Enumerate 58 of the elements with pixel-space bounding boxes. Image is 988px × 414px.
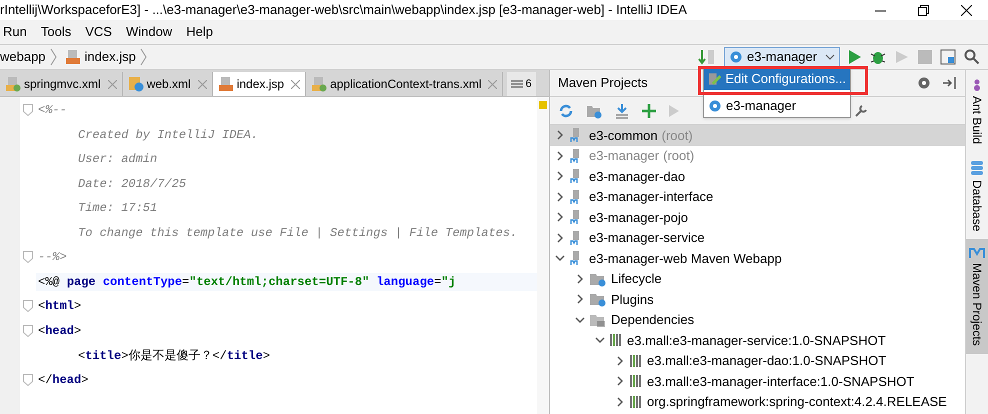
menu-item[interactable]: VCS xyxy=(85,22,112,42)
menu-item[interactable]: Help xyxy=(186,22,213,42)
panel-title: Maven Projects xyxy=(558,74,648,92)
editor-tab[interactable]: index.jsp xyxy=(212,72,306,96)
breadcrumb[interactable]: index.jsp xyxy=(64,47,151,67)
tree-item-label: Plugins xyxy=(611,290,654,309)
tab-overflow-button[interactable]: 6 xyxy=(507,72,536,96)
tree-item-label: Lifecycle xyxy=(611,270,662,288)
tree-item-label: Dependencies xyxy=(611,311,694,329)
tree-item[interactable]: e3-manager-pojo xyxy=(550,207,965,228)
side-tab[interactable]: Maven Projects xyxy=(966,239,988,354)
menu-item[interactable]: Tools xyxy=(40,22,72,42)
tree-item[interactable]: e3-manager-dao xyxy=(550,166,965,186)
code-line: --%> xyxy=(37,249,67,266)
tree-item-label: org.springframework:spring-context:4.2.4.RELEASE xyxy=(647,393,947,411)
tree-item[interactable]: e3-common (root) xyxy=(550,125,965,146)
side-tab[interactable]: Ant Build xyxy=(966,70,988,152)
code-line: User: admin xyxy=(77,151,158,168)
tree-item-label: e3-manager-interface xyxy=(589,188,714,206)
tree-item[interactable]: Lifecycle xyxy=(550,268,965,289)
tree-item[interactable]: Plugins xyxy=(550,289,965,310)
code-line: Date: 2018/7/25 xyxy=(77,176,186,193)
tree-item-label: e3.mall:e3-manager-service:1.0-SNAPSHOT xyxy=(627,332,886,350)
code-line: <head> xyxy=(37,322,82,340)
tree-item[interactable]: e3-manager (root) xyxy=(550,146,965,166)
tree-item[interactable]: e3-manager-web Maven Webapp xyxy=(550,248,965,268)
code-line: Created by IntelliJ IDEA. xyxy=(77,126,258,144)
code-line: To change this template use File | Settings | File Templates. xyxy=(77,224,518,242)
menu-item[interactable]: Run xyxy=(3,22,27,42)
tree-item-suffix: (root) xyxy=(663,147,694,165)
tree-item[interactable]: e3.mall:e3-manager-service:1.0-SNAPSHOT xyxy=(550,330,965,350)
tree-item-label: e3-manager-service xyxy=(589,229,705,247)
window-title: rIntellij\WorkspaceforE3] - ...\e3-manager\e3-manager-web\src\main\webapp\index.jsp [e3-manager-web] - IntelliJ IDEA xyxy=(0,1,688,20)
menu-item[interactable]: Edit Configurations... xyxy=(704,68,850,90)
tree-item[interactable]: e3-manager-service xyxy=(550,228,965,248)
tree-item-label: e3-manager xyxy=(589,147,660,165)
tree-item[interactable]: Dependencies xyxy=(550,310,965,330)
tree-item[interactable]: e3-manager-interface xyxy=(550,186,965,207)
code-line: <html> xyxy=(37,298,82,316)
code-line: Time: 17:51 xyxy=(77,200,158,218)
tree-item-label: e3.mall:e3-manager-interface:1.0-SNAPSHOT xyxy=(647,372,914,391)
menu-item[interactable]: Window xyxy=(126,22,172,42)
code-line: </head> xyxy=(37,372,88,389)
code-line: <title>你是不是傻子？</title> xyxy=(77,346,270,365)
tree-item-label: e3-manager-pojo xyxy=(589,208,688,227)
tree-item-label: e3-common xyxy=(589,126,658,144)
breadcrumb[interactable]: webapp xyxy=(0,47,61,67)
side-tab[interactable]: Database xyxy=(966,152,988,240)
tree-item[interactable]: e3.mall:e3-manager-dao:1.0-SNAPSHOT xyxy=(550,350,965,371)
editor-tab[interactable]: web.xml xyxy=(122,72,213,96)
tree-item-suffix: (root) xyxy=(662,126,693,145)
tree-item[interactable]: org.springframework:spring-context:4.2.4.RELEASE xyxy=(550,392,965,412)
code-line: <%-- xyxy=(37,102,67,120)
tree-item[interactable]: e3.mall:e3-manager-interface:1.0-SNAPSHOT xyxy=(550,371,965,392)
tree-item-label: e3-manager-web Maven Webapp xyxy=(589,250,782,268)
tree-item-label: e3-manager-dao xyxy=(589,168,686,186)
tree-item-label: e3.mall:e3-manager-dao:1.0-SNAPSHOT xyxy=(647,352,886,370)
run-config-dropdown[interactable]: e3-manager xyxy=(724,46,840,68)
